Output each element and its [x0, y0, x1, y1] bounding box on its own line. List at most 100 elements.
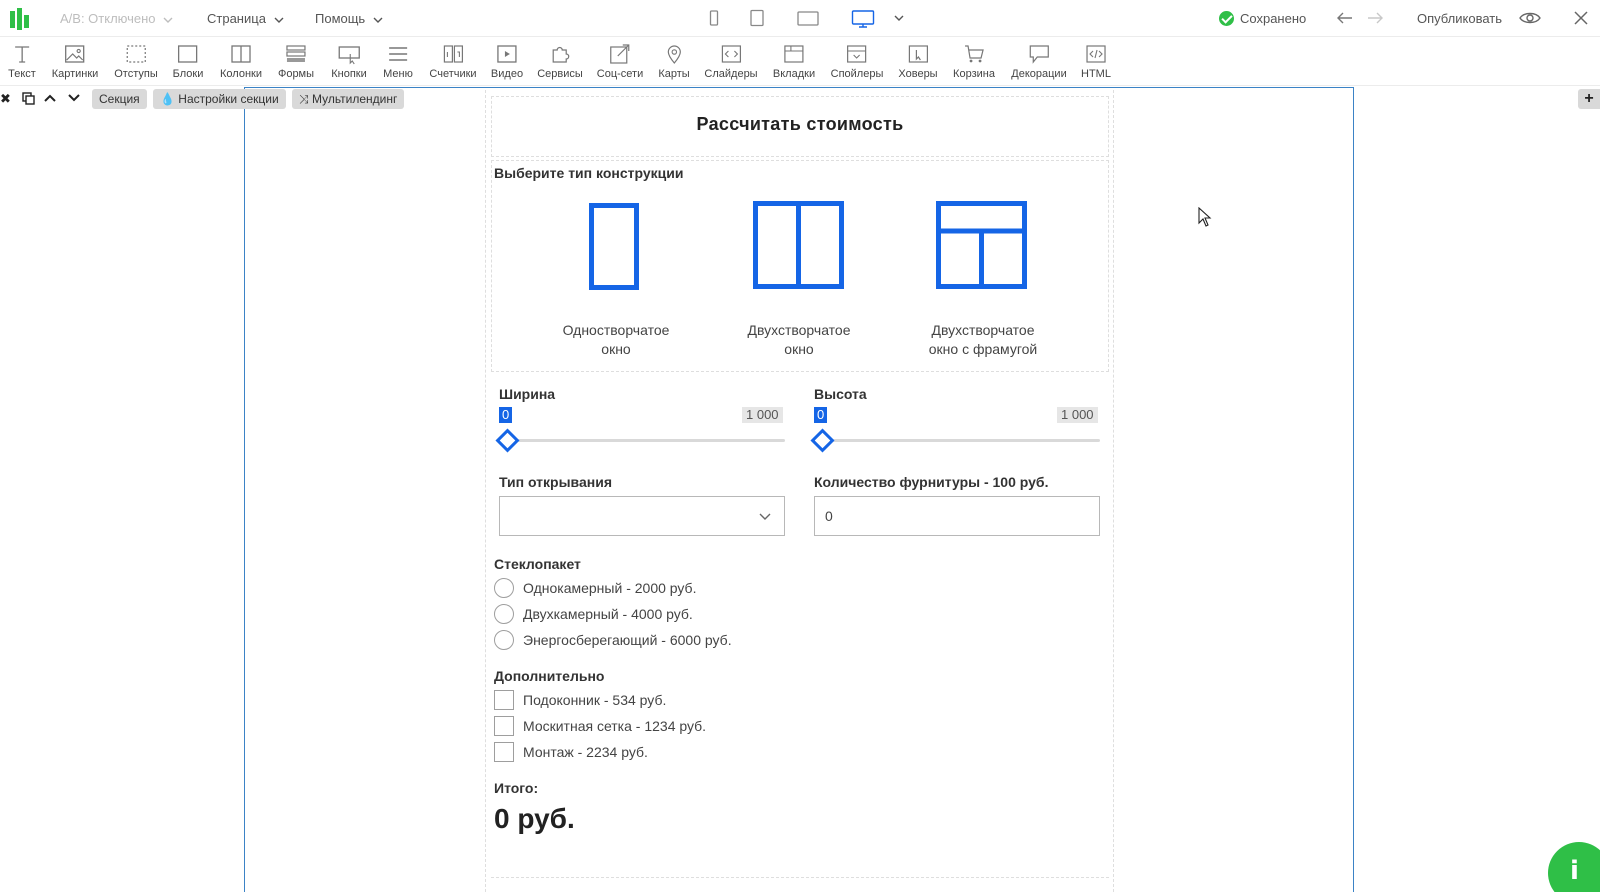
- caption-line: Двухстворчатое: [747, 322, 851, 338]
- close-icon[interactable]: [1574, 11, 1588, 25]
- extra-option[interactable]: Москитная сетка - 1234 руб.: [494, 716, 706, 736]
- desktop-icon[interactable]: [851, 9, 875, 29]
- tool-label: Слайдеры: [704, 68, 758, 80]
- glass-option[interactable]: Однокамерный - 2000 руб.: [494, 578, 696, 598]
- tool-label: Текст: [8, 68, 36, 80]
- copy-section-icon[interactable]: [22, 92, 35, 105]
- total-value: 0 руб.: [494, 803, 575, 834]
- double-sash-window-icon[interactable]: [753, 201, 845, 289]
- tool-html[interactable]: HTML: [1081, 42, 1111, 80]
- share-icon: [610, 44, 630, 64]
- form-icon: [286, 45, 306, 62]
- tool-label: Кнопки: [331, 68, 367, 80]
- tool-label: Соц-сети: [596, 68, 644, 80]
- tool-label: Видео: [490, 68, 524, 80]
- tool-columns[interactable]: Колонки: [220, 42, 262, 80]
- tool-buttons[interactable]: Кнопки: [331, 42, 367, 80]
- checkbox[interactable]: [494, 742, 514, 762]
- extra-option[interactable]: Монтаж - 2234 руб.: [494, 742, 648, 762]
- tablet-vertical-icon[interactable]: [749, 9, 765, 27]
- radio-button[interactable]: [494, 578, 514, 598]
- eye-preview-icon[interactable]: [1519, 11, 1541, 25]
- tool-counters[interactable]: Счетчики: [429, 42, 477, 80]
- multilanding-button[interactable]: ⤨ Мультилендинг: [292, 89, 405, 109]
- height-max-badge: 1 000: [1057, 407, 1098, 423]
- height-slider-track[interactable]: [817, 439, 1100, 442]
- move-down-icon[interactable]: [68, 94, 80, 102]
- tabs-icon: [784, 45, 804, 63]
- fittings-label: Количество фурнитуры - 100 руб.: [814, 474, 1049, 490]
- tool-menu[interactable]: Меню: [383, 42, 413, 80]
- tool-label: Карты: [658, 68, 690, 80]
- glass-option-label: Двухкамерный - 4000 руб.: [523, 606, 693, 622]
- caption-line: Одностворчатое: [562, 322, 670, 338]
- tool-text[interactable]: Текст: [8, 42, 36, 80]
- tool-blocks[interactable]: Блоки: [172, 42, 204, 80]
- saved-status-label: Сохранено: [1240, 11, 1307, 26]
- window-type-caption: Двухстворчатое окно: [714, 321, 884, 359]
- redo-arrow-icon[interactable]: [1366, 11, 1384, 25]
- tool-spacing[interactable]: Отступы: [114, 42, 158, 80]
- tool-label: Отступы: [114, 68, 158, 80]
- tool-decorations[interactable]: Декорации: [1011, 42, 1067, 80]
- phone-vertical-icon[interactable]: [708, 9, 720, 27]
- window-type-caption: Одностворчатое окно: [531, 321, 701, 359]
- move-up-icon[interactable]: [44, 94, 56, 102]
- checkbox[interactable]: [494, 716, 514, 736]
- mouse-cursor-icon: [1198, 207, 1212, 227]
- saved-status: Сохранено: [1219, 0, 1306, 37]
- tool-services[interactable]: Сервисы: [537, 42, 583, 80]
- tool-spoilers[interactable]: Спойлеры: [831, 42, 883, 80]
- tool-forms[interactable]: Формы: [278, 42, 314, 80]
- decoration-icon: [1029, 45, 1049, 64]
- caption-line: Двухстворчатое: [931, 322, 1035, 338]
- help-menu-label: Помощь: [315, 11, 366, 26]
- page-menu[interactable]: Страница: [207, 0, 284, 37]
- hover-icon: [908, 45, 928, 63]
- tool-tabs[interactable]: Вкладки: [773, 42, 815, 80]
- extra-option-label: Монтаж - 2234 руб.: [523, 744, 648, 760]
- checkbox[interactable]: [494, 690, 514, 710]
- tool-images[interactable]: Картинки: [52, 42, 98, 80]
- tool-label: Ховеры: [898, 68, 938, 80]
- check-circle-icon: [1219, 11, 1234, 27]
- radio-button[interactable]: [494, 604, 514, 624]
- tool-maps[interactable]: Карты: [658, 42, 690, 80]
- droplet-icon: 💧: [160, 92, 175, 106]
- tool-sliders[interactable]: Слайдеры: [704, 42, 758, 80]
- section-tag[interactable]: Секция: [92, 89, 147, 109]
- chevron-down-icon[interactable]: [894, 15, 904, 21]
- tool-hovers[interactable]: Ховеры: [898, 42, 938, 80]
- cart-icon: [965, 45, 984, 63]
- help-menu[interactable]: Помощь: [315, 0, 383, 37]
- width-slider-track[interactable]: [502, 439, 785, 442]
- add-section-button[interactable]: +: [1578, 89, 1600, 109]
- tool-label: Корзина: [953, 68, 995, 80]
- tool-social[interactable]: Соц-сети: [597, 42, 643, 80]
- single-sash-window-icon[interactable]: [589, 203, 641, 291]
- tablet-horizontal-icon[interactable]: [796, 9, 820, 27]
- section-settings-button[interactable]: 💧 Настройки секции: [153, 89, 286, 109]
- tool-label: Формы: [277, 68, 315, 80]
- tool-label: Блоки: [172, 68, 204, 80]
- extra-option[interactable]: Подоконник - 534 руб.: [494, 690, 666, 710]
- glass-option[interactable]: Двухкамерный - 4000 руб.: [494, 604, 693, 624]
- ab-test-dropdown[interactable]: A/B: Отключено: [60, 0, 173, 37]
- publish-button[interactable]: Опубликовать: [1417, 0, 1502, 37]
- delete-section-icon[interactable]: ✖: [0, 91, 11, 107]
- opening-type-select[interactable]: [499, 496, 785, 536]
- tool-cart[interactable]: Корзина: [953, 42, 995, 80]
- undo-arrow-icon[interactable]: [1336, 11, 1354, 25]
- glass-option[interactable]: Энергосберегающий - 6000 руб.: [494, 630, 732, 650]
- radio-button[interactable]: [494, 630, 514, 650]
- tool-label: Счетчики: [429, 68, 477, 80]
- chevron-down-icon: [373, 17, 383, 23]
- tool-video[interactable]: Видео: [491, 42, 523, 80]
- fittings-quantity-input[interactable]: 0: [814, 496, 1100, 536]
- info-button[interactable]: i: [1548, 842, 1600, 892]
- double-sash-transom-window-icon[interactable]: [936, 201, 1028, 289]
- map-pin-icon: [667, 45, 681, 64]
- caption-line: окно: [784, 341, 814, 357]
- video-icon: [497, 45, 517, 63]
- logo-icon[interactable]: [10, 8, 32, 30]
